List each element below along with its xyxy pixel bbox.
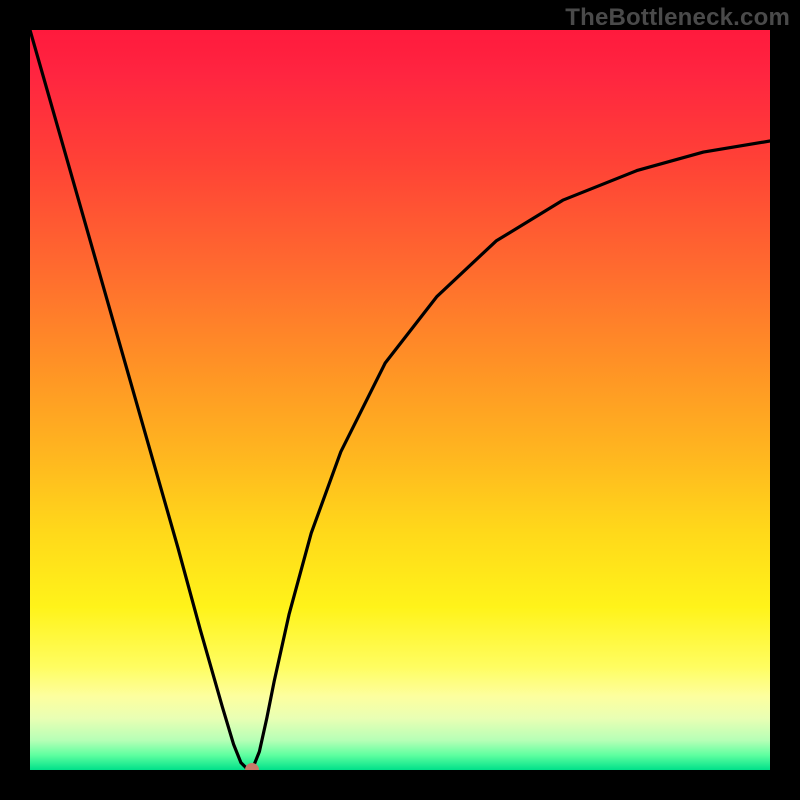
watermark-text: TheBottleneck.com xyxy=(565,4,790,32)
optimal-point-marker xyxy=(245,763,259,770)
bottleneck-curve xyxy=(30,30,770,770)
chart-frame: TheBottleneck.com xyxy=(0,0,800,800)
plot-area xyxy=(30,30,770,770)
